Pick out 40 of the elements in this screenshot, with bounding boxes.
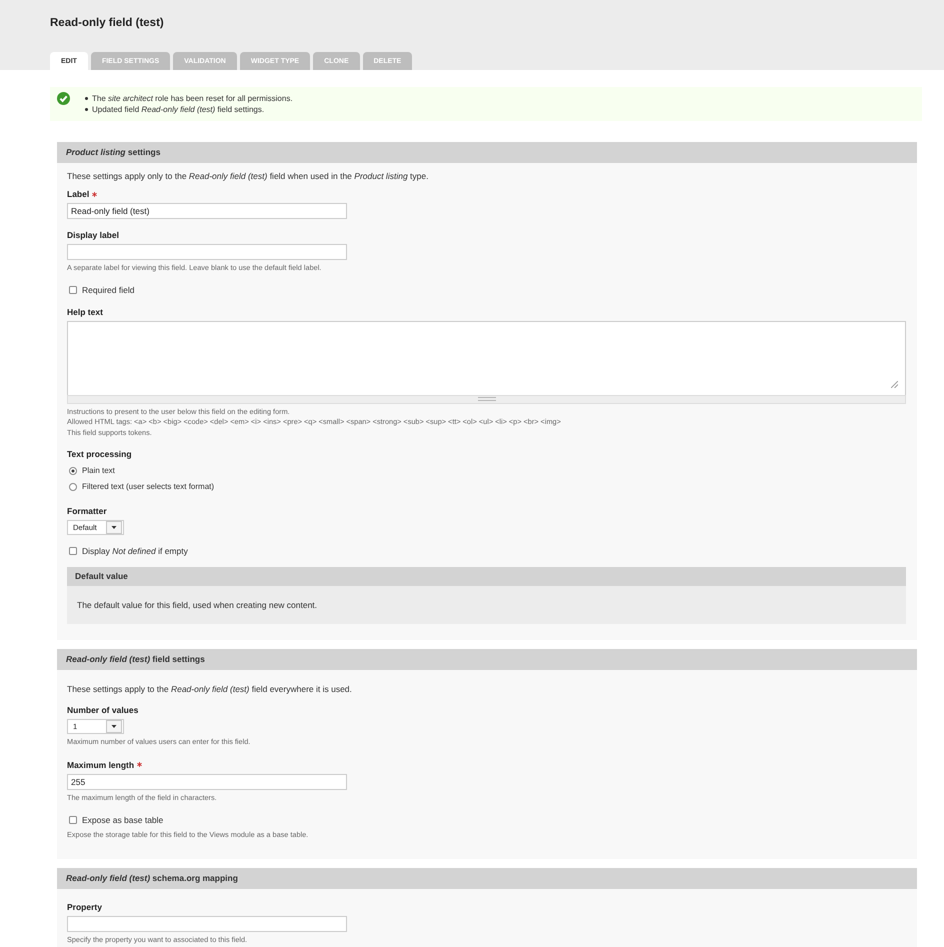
check-icon xyxy=(57,92,70,105)
caret-icon xyxy=(106,521,122,534)
bullet-icon xyxy=(85,96,88,100)
field-label: Display label xyxy=(67,229,119,241)
field-label: Formatter xyxy=(67,505,107,517)
field-label: Label xyxy=(67,188,90,200)
bullet-icon xyxy=(85,108,88,110)
radio-label: Plain text xyxy=(82,465,115,477)
panel-header: Read-only field (test) field settings xyxy=(57,649,917,670)
panel-description: These settings apply to the Read-only field (test) field everywhere it is used. xyxy=(67,683,353,695)
panel-header: Product listing settings xyxy=(57,142,917,163)
checkbox-label: Required field xyxy=(82,284,134,296)
field-label: Maximum length xyxy=(67,758,134,770)
message-text: Updated field Read-only field (test) field settings. xyxy=(92,104,264,114)
text-field[interactable] xyxy=(67,244,347,260)
panel-header: Read-only field (test) schema.org mapping xyxy=(57,868,917,888)
field-label: Number of values xyxy=(67,704,138,716)
textarea-field[interactable] xyxy=(67,320,906,394)
resize-corner-icon[interactable] xyxy=(891,380,898,388)
page-title: Read-only field (test) xyxy=(50,16,164,30)
message-text: The site architect role has been reset for all permissions. xyxy=(92,92,293,104)
radio-button[interactable] xyxy=(69,483,77,491)
text-field[interactable]: 255 xyxy=(67,774,347,790)
caret-icon xyxy=(106,720,122,733)
panel-description: These settings apply only to the Read-only field (test) field when used in the Product listing type. xyxy=(67,170,430,182)
field-label: Text processing xyxy=(67,448,132,460)
checkbox-label: Expose as base table xyxy=(82,814,164,826)
radio-label: Filtered text (user selects text format) xyxy=(82,481,214,493)
field-label: Help text xyxy=(67,306,103,318)
field-label: Property xyxy=(67,900,102,912)
checkbox[interactable] xyxy=(69,816,77,824)
fieldset-text: The default value for this field, used when creating new content. xyxy=(77,600,318,610)
fieldset-header: Default value xyxy=(67,567,906,586)
radio-button[interactable] xyxy=(69,467,77,475)
checkbox[interactable] xyxy=(69,286,77,294)
grip-lines-icon xyxy=(478,397,496,401)
text-field[interactable] xyxy=(67,916,347,932)
text-field[interactable]: Read-only field (test) xyxy=(67,203,347,219)
checkbox[interactable] xyxy=(69,547,77,555)
checkbox-label: Display Not defined if empty xyxy=(82,545,188,557)
